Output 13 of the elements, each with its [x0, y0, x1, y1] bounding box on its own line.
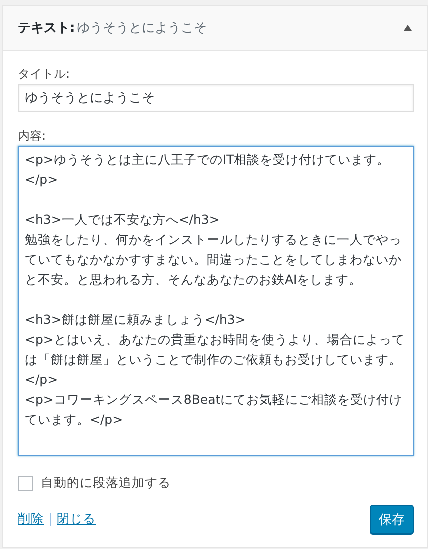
- widget-title: ゆうそうとにようこそ: [77, 20, 208, 37]
- widget-header[interactable]: テキスト:ゆうそうとにようこそ: [3, 6, 427, 51]
- caret-icon[interactable]: [404, 25, 412, 31]
- save-button[interactable]: 保存: [370, 505, 414, 534]
- field-label: タイトル:: [18, 67, 72, 81]
- title-input[interactable]: ゆうそうとにようこそ: [18, 84, 414, 112]
- field-label: 内容:: [18, 129, 48, 143]
- widget-type: テキスト:: [18, 20, 76, 37]
- checkbox-label[interactable]: 自動的に段落追加する: [41, 475, 171, 492]
- content-textarea[interactable]: <p>ゆうそうとは主に八王子でのIT相談を受け付けています。 </p> <h3>一人では不安な方へ</h3> 勉強をしたり、何かをインストールしたりするときに一人でやっていてもなかなかすすまない。間違ったことをしてしまわないかと不安。と思われる方、そんなあなたのお鉄AIをします。 <h3>餅は餅屋に頼みましょう</h3> <p>とはいえ、あなたの貴重なお時間を使うより、場合によっては「餅は餅屋」ということで制作のご依頼もお受けしています。</p> <p>コワーキングスペース8Beatにてお気軽にご相談を受け付けています。</p>: [18, 146, 414, 456]
- action-link[interactable]: 閉じる: [57, 511, 96, 528]
- action-link[interactable]: 削除: [18, 511, 44, 528]
- checkbox[interactable]: [18, 476, 33, 491]
